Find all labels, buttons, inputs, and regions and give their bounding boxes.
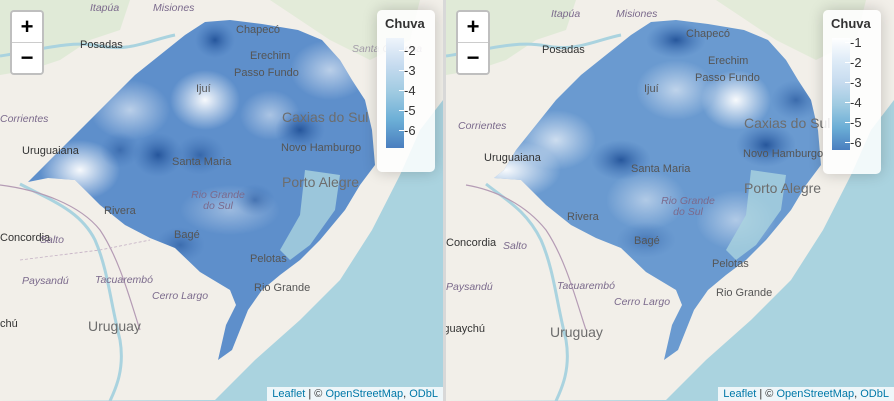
label-santa-maria: Santa Maria [172, 156, 232, 168]
legend-tick: -4 [399, 83, 416, 98]
label-salto: Salto [40, 234, 64, 246]
label-posadas: Posadas [542, 44, 585, 56]
label-tacuarembo: Tacuarembó [95, 274, 153, 286]
legend-ticks: -1 -2 -3 -4 -5 -6 [845, 35, 878, 150]
label-uruguay: Uruguay [88, 318, 141, 334]
legend: Chuva -2 -3 -4 -5 -6 [377, 10, 435, 172]
legend-color-bar [832, 38, 850, 150]
label-rgs-2: do Sul [203, 200, 233, 212]
leaflet-link[interactable]: Leaflet [723, 388, 756, 400]
label-gualeguaychu: Gualeguaychú [446, 323, 485, 335]
legend: Chuva -1 -2 -3 -4 -5 -6 [823, 10, 881, 174]
label-rivera: Rivera [567, 211, 600, 223]
label-posadas: Posadas [80, 39, 123, 51]
attribution-sep: | © [305, 388, 326, 400]
label-bage: Bagé [634, 235, 660, 247]
label-chapeco: Chapecó [686, 28, 730, 40]
zoom-out-button[interactable]: − [12, 42, 42, 73]
label-chapeco: Chapecó [236, 24, 280, 36]
zoom-control: + − [10, 10, 44, 75]
label-itapua: Itapúa [551, 8, 580, 20]
label-cerro-largo: Cerro Largo [614, 296, 670, 308]
label-porto-alegre: Porto Alegre [744, 180, 821, 196]
label-ijui: Ijuí [644, 83, 659, 95]
label-uruguaiana: Uruguaiana [484, 152, 542, 164]
label-passo-fundo: Passo Fundo [695, 72, 760, 84]
label-caxias: Caxias do Sul [744, 115, 830, 131]
label-uruguay: Uruguay [550, 324, 603, 340]
label-itapua: Itapúa [90, 2, 119, 14]
label-ijui: Ijuí [196, 83, 211, 95]
label-corrientes: Corrientes [458, 120, 507, 132]
label-misiones: Misiones [616, 8, 658, 20]
osm-link[interactable]: OpenStreetMap [325, 388, 403, 400]
label-passo-fundo: Passo Fundo [234, 67, 299, 79]
legend-tick: -3 [399, 63, 416, 78]
label-porto-alegre: Porto Alegre [282, 174, 359, 190]
attribution: Leaflet | © OpenStreetMap, ODbL [718, 387, 894, 401]
label-caxias: Caxias do Sul [282, 109, 368, 125]
attribution-sep: | © [756, 388, 777, 400]
map-panel-right[interactable]: Itapúa Misiones Posadas Chapecó Erechim … [446, 0, 894, 401]
label-rio-grande: Rio Grande [254, 282, 310, 294]
zoom-control: + − [456, 10, 490, 75]
label-rio-grande: Rio Grande [716, 287, 772, 299]
legend-tick: -1 [845, 35, 862, 50]
map-panel-left[interactable]: Itapúa Misiones Posadas Chapecó Erechim … [0, 0, 443, 401]
label-corrientes: Corrientes [0, 113, 49, 125]
label-quaychu: chú [0, 318, 18, 330]
label-bage: Bagé [174, 229, 200, 241]
legend-title: Chuva [831, 16, 871, 31]
label-misiones: Misiones [153, 2, 195, 14]
legend-tick: -6 [845, 135, 862, 150]
leaflet-link[interactable]: Leaflet [272, 388, 305, 400]
zoom-in-button[interactable]: + [458, 12, 488, 42]
legend-ticks: -2 -3 -4 -5 -6 [399, 38, 432, 148]
label-santa-maria: Santa Maria [631, 163, 691, 175]
label-cerro-largo: Cerro Largo [152, 290, 208, 302]
legend-color-bar [386, 38, 404, 148]
odbl-link[interactable]: ODbL [860, 388, 889, 400]
odbl-link[interactable]: ODbL [409, 388, 438, 400]
legend-tick: -4 [845, 95, 862, 110]
label-erechim: Erechim [708, 55, 748, 67]
zoom-in-button[interactable]: + [12, 12, 42, 42]
label-pelotas: Pelotas [250, 253, 287, 265]
label-salto: Salto [503, 240, 527, 252]
legend-tick: -6 [399, 123, 416, 138]
legend-tick: -2 [399, 43, 416, 58]
label-tacuarembo: Tacuarembó [557, 280, 615, 292]
legend-tick: -5 [399, 103, 416, 118]
label-rgs-2: do Sul [673, 206, 703, 218]
osm-link[interactable]: OpenStreetMap [776, 388, 854, 400]
legend-tick: -2 [845, 55, 862, 70]
legend-title: Chuva [385, 16, 425, 31]
attribution: Leaflet | © OpenStreetMap, ODbL [267, 387, 443, 401]
label-erechim: Erechim [250, 50, 290, 62]
label-rivera: Rivera [104, 205, 137, 217]
label-novo-hamburgo: Novo Hamburgo [281, 142, 361, 154]
label-pelotas: Pelotas [712, 258, 749, 270]
legend-tick: -5 [845, 115, 862, 130]
zoom-out-button[interactable]: − [458, 42, 488, 73]
label-paysandu: Paysandú [22, 275, 69, 287]
label-novo-hamburgo: Novo Hamburgo [743, 148, 823, 160]
label-concordia: Concordia [446, 237, 497, 249]
label-paysandu: Paysandú [446, 281, 493, 293]
legend-tick: -3 [845, 75, 862, 90]
label-uruguaiana: Uruguaiana [22, 145, 80, 157]
